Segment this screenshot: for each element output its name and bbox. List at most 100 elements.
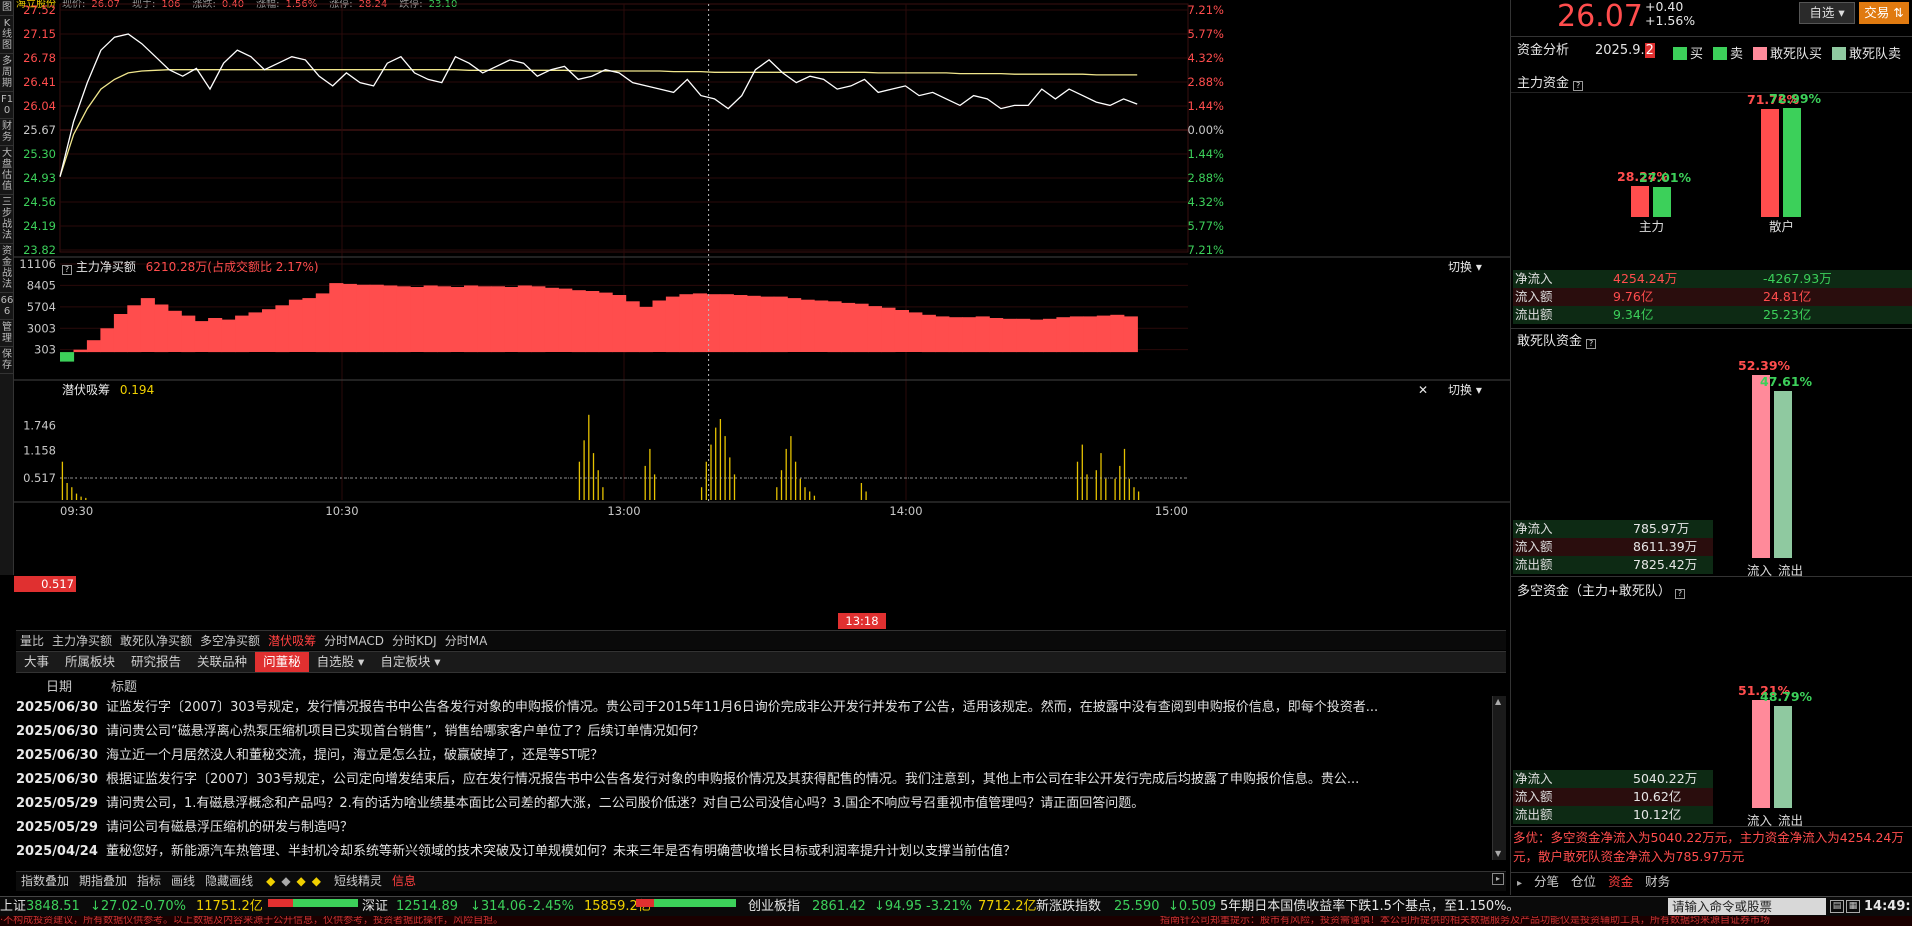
pct-ytick: 0.00% xyxy=(1187,123,1224,137)
diamond-icon[interactable]: ◆ xyxy=(263,872,278,891)
flow-ytick: 5704 xyxy=(27,300,56,314)
pct-ytick: 1.44% xyxy=(1187,147,1224,161)
indicator-tab-1[interactable]: 主力净买额 xyxy=(48,631,116,651)
diamond-icon[interactable]: ◆ xyxy=(278,872,293,891)
toolbar-item-5[interactable]: 短线精灵 xyxy=(329,872,387,891)
qa-scrollbar[interactable]: ▲ ▼ xyxy=(1492,696,1506,860)
info-tab-0[interactable]: 大事 xyxy=(16,652,57,672)
sidebar-item-3[interactable]: F10 xyxy=(0,92,14,119)
info-tab-5[interactable]: 自选股 ▾ xyxy=(309,652,373,672)
right-tab-3[interactable]: 财务 xyxy=(1639,873,1676,891)
qa-row[interactable]: 2025/05/29 请问贵公司，1.有磁悬浮概念和产品吗？2.有的话为啥业绩基本… xyxy=(16,792,1492,816)
info-tab-2[interactable]: 研究报告 xyxy=(123,652,189,672)
trade-button[interactable]: 交易 ⇅ xyxy=(1859,2,1909,24)
row-label: 流出额 xyxy=(1515,807,1553,822)
row-label: 流入额 xyxy=(1515,789,1553,804)
main-flow-bar xyxy=(477,286,492,353)
sidebar-item-8[interactable]: 666 xyxy=(0,293,14,320)
drawing-tool-icons[interactable]: ◆ ◆ ◆ ◆ xyxy=(258,872,329,891)
news-ticker[interactable]: 5年期日本国债收益率下跌1.5个基点，至1.150%。 xyxy=(1220,897,1660,916)
main-flow-bar xyxy=(342,283,357,353)
toolbar-item-0[interactable]: 指数叠加 xyxy=(16,872,74,891)
row-label: 流入额 xyxy=(1515,289,1553,304)
grid-icon[interactable]: ▦ xyxy=(1846,900,1860,913)
toolbar-item-1[interactable]: 期指叠加 xyxy=(74,872,132,891)
main-flow-bar xyxy=(490,286,505,353)
watchlist-button[interactable]: 自选 ▾ xyxy=(1799,2,1855,24)
indicator-tab-6[interactable]: 分时KDJ xyxy=(388,631,441,651)
diamond-icon[interactable]: ◆ xyxy=(309,872,324,891)
sz-value: 12514.89 xyxy=(396,899,459,914)
sidebar-item-4[interactable]: 财务 xyxy=(0,119,14,146)
scroll-down-icon[interactable]: ▼ xyxy=(1495,850,1504,858)
sh-label[interactable]: 上证 xyxy=(0,897,26,916)
fund-legend: 买 卖 敢死队买 敢死队卖 xyxy=(1673,43,1911,62)
indicator-tab-0[interactable]: 量比 xyxy=(16,631,48,651)
diamond-icon[interactable]: ◆ xyxy=(294,872,309,891)
legend-label: 敢死队买 xyxy=(1770,47,1823,62)
qa-row[interactable]: 2025/06/30 根据证监发行字〔2007〕303号规定，公司定向增发结束后，… xyxy=(16,768,1492,792)
info-tab-3[interactable]: 关联品种 xyxy=(189,652,255,672)
help-icon[interactable]: ? xyxy=(1573,81,1584,91)
sidebar-item-10[interactable]: 保存 xyxy=(0,347,14,374)
sidebar-item-7[interactable]: 资金战法 xyxy=(0,244,14,293)
main-flow-switch[interactable]: 切换 ▾ xyxy=(1448,260,1482,274)
main-flow-bar xyxy=(437,286,452,353)
main-flow-bar xyxy=(248,312,263,352)
main-flow-bar xyxy=(921,314,936,353)
sidebar-item-0[interactable]: 图 xyxy=(0,0,14,16)
indicator-tab-5[interactable]: 分时MACD xyxy=(320,631,388,651)
qa-row[interactable]: 2025/06/30 证监发行字〔2007〕303号规定，发行情况报告书中公告各发… xyxy=(16,696,1492,720)
latent-switch[interactable]: 切换 ▾ xyxy=(1448,383,1482,397)
qa-row[interactable]: 2025/06/30 请问贵公司“磁悬浮离心热泵压缩机项目已实现首台销售”，销售给… xyxy=(16,720,1492,744)
command-input[interactable]: 请输入命令或股票 xyxy=(1668,898,1826,915)
sidebar-item-2[interactable]: 多周期 xyxy=(0,54,14,92)
fund-header-date[interactable]: 2025.9.2 xyxy=(1595,43,1655,59)
sidebar-item-5[interactable]: 大盘估值 xyxy=(0,146,14,195)
qa-text: 根据证监发行字〔2007〕303号规定，公司定向增发结束后，应在发行情况报告书中… xyxy=(106,772,1360,787)
legend-swatch xyxy=(1832,47,1847,60)
sz-label[interactable]: 深证 xyxy=(362,897,388,916)
expand-icon[interactable]: ▸ xyxy=(1517,878,1522,889)
toolbar-item-2[interactable]: 指标 xyxy=(132,872,166,891)
toolbar-item-3[interactable]: 画线 xyxy=(166,872,200,891)
qa-row[interactable]: 2025/04/24 董秘您好，新能源汽车热管理、半封机冷却系统等新兴领域的技术突… xyxy=(16,840,1492,860)
layout-icon[interactable]: ▤ xyxy=(1830,900,1844,913)
qa-date: 2025/04/24 xyxy=(16,844,98,859)
indicator-tab-4[interactable]: 潜伏吸筹 xyxy=(264,631,320,651)
sidebar-item-6[interactable]: 三步战法 xyxy=(0,195,14,244)
right-tab-0[interactable]: 分笔 xyxy=(1528,873,1565,891)
help-icon[interactable]: ? xyxy=(1675,589,1686,599)
pct-ytick: 4.32% xyxy=(1187,195,1224,209)
sh-value: 3848.51 xyxy=(26,899,80,914)
toolbar-item-6[interactable]: 信息 xyxy=(387,872,421,891)
info-tab-1[interactable]: 所属板块 xyxy=(57,652,123,672)
divider xyxy=(1511,36,1912,37)
info-tab-6[interactable]: 自定板块 ▾ xyxy=(372,652,448,672)
scroll-up-icon[interactable]: ▲ xyxy=(1495,698,1504,706)
right-tab-2[interactable]: 资金 xyxy=(1602,873,1639,891)
toolbar-item-4[interactable]: 隐藏画线 xyxy=(200,872,258,891)
latent-value: 0.194 xyxy=(119,383,155,397)
indicator-tab-7[interactable]: 分时MA xyxy=(441,631,492,651)
cy-label[interactable]: 创业板指 xyxy=(748,897,800,916)
sidebar-item-1[interactable]: K线图 xyxy=(0,16,14,54)
indicator-tab-3[interactable]: 多空净买额 xyxy=(196,631,264,651)
price-line xyxy=(59,33,1138,177)
legend-item: 卖 xyxy=(1713,43,1743,62)
qa-row[interactable]: 2025/05/29 请问公司有磁悬浮压缩机的研发与制造吗？ xyxy=(16,816,1492,840)
sidebar-item-9[interactable]: 管理 xyxy=(0,320,14,347)
help-icon[interactable]: ? xyxy=(1586,339,1597,349)
main-flow-bar xyxy=(894,310,909,352)
info-tab-4[interactable]: 问董秘 xyxy=(255,652,309,672)
toolbar-expand-icon[interactable]: ▸ xyxy=(1492,873,1504,885)
xz-label[interactable]: 新涨跌指数 xyxy=(1036,897,1101,916)
help-icon[interactable]: ? xyxy=(62,265,72,275)
indicator-tab-2[interactable]: 敢死队净买额 xyxy=(116,631,196,651)
gsd-fund-table: 净流入 785.97万 流入额 8611.39万 流出额 7825.42万 xyxy=(1513,520,1713,574)
right-tab-1[interactable]: 仓位 xyxy=(1565,873,1602,891)
main-flow-bar xyxy=(1016,318,1031,353)
main-flow-bar xyxy=(464,285,479,353)
qa-row[interactable]: 2025/06/30 海立近一个月居然没人和董秘交流，提问，海立是怎么拉，破赢破掉… xyxy=(16,744,1492,768)
latent-close-icon[interactable]: ✕ xyxy=(1418,383,1428,397)
